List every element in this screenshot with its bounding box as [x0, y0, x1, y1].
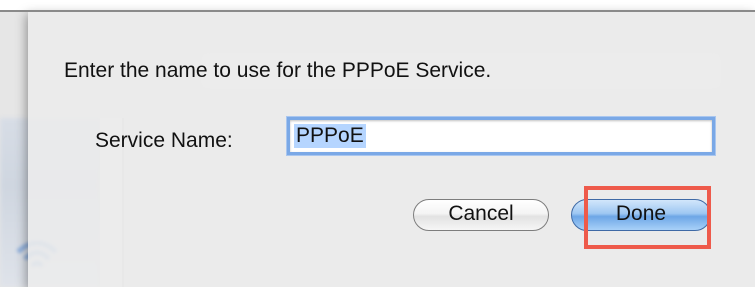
- service-name-value: PPPoE: [294, 124, 366, 148]
- cancel-button[interactable]: Cancel: [413, 199, 549, 231]
- sheet-top-edge: [0, 10, 755, 12]
- done-highlight-box: [584, 186, 711, 249]
- service-name-label: Service Name:: [95, 129, 233, 152]
- sheet-prompt: Enter the name to use for the PPPoE Serv…: [64, 59, 492, 82]
- service-name-field[interactable]: PPPoE: [287, 117, 715, 155]
- background-window-top: [0, 0, 755, 10]
